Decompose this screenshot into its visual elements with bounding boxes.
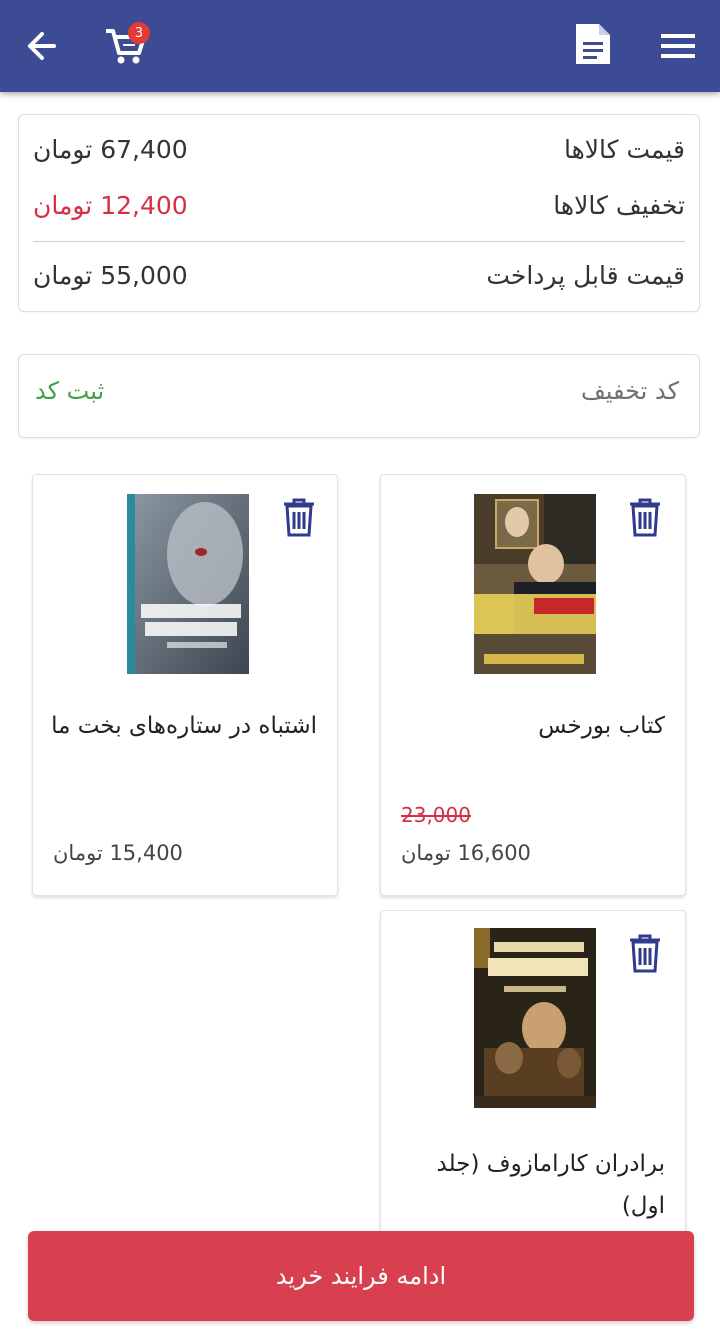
old-price: 23,000	[401, 803, 471, 827]
cart-item-card: کتاب بورخس 23,000 16,600 تومان	[380, 474, 686, 896]
cart-item-card: اشتباه در ستاره‌های بخت ما 15,400 تومان	[32, 474, 338, 896]
product-price: 15,400 تومان	[53, 841, 183, 865]
payable-row: قیمت قابل پرداخت 55,000 تومان	[33, 255, 685, 295]
discount-label: تخفیف کالاها	[553, 190, 685, 220]
book-cover-image	[127, 494, 249, 674]
discount-row: تخفیف کالاها 12,400 تومان	[33, 185, 685, 225]
trash-icon[interactable]	[281, 497, 317, 537]
menu-icon[interactable]	[656, 24, 700, 68]
apply-coupon-button[interactable]: ثبت کد	[35, 377, 104, 405]
cart-count-badge: 3	[128, 22, 150, 44]
items-price-row: قیمت کالاها 67,400 تومان	[33, 129, 685, 169]
product-price: 16,600 تومان	[401, 841, 531, 865]
payable-label: قیمت قابل پرداخت	[486, 260, 685, 290]
items-price-label: قیمت کالاها	[563, 134, 685, 164]
product-title[interactable]: اشتباه در ستاره‌های بخت ما	[47, 705, 317, 747]
coupon-box: کد تخفیف ثبت کد	[18, 354, 700, 438]
trash-icon[interactable]	[627, 497, 663, 537]
top-app-bar: 3	[0, 0, 720, 92]
items-price-value: 67,400 تومان	[33, 134, 188, 164]
continue-checkout-button[interactable]: ادامه فرایند خرید	[28, 1231, 694, 1321]
product-title[interactable]: کتاب بورخس	[538, 705, 665, 747]
product-title[interactable]: برادران کارامازوف (جلد اول)	[395, 1143, 665, 1227]
summary-divider	[33, 241, 685, 242]
coupon-input[interactable]: کد تخفیف	[581, 377, 679, 405]
book-cover-image	[474, 494, 596, 674]
back-arrow-icon[interactable]	[18, 24, 62, 68]
discount-value: 12,400 تومان	[33, 190, 188, 220]
trash-icon[interactable]	[627, 933, 663, 973]
document-icon[interactable]	[570, 20, 616, 68]
payable-value: 55,000 تومان	[33, 260, 188, 290]
cart-item-card: برادران کارامازوف (جلد اول)	[380, 910, 686, 1252]
price-summary-card: قیمت کالاها 67,400 تومان تخفیف کالاها 12…	[18, 114, 700, 312]
book-cover-image	[474, 928, 596, 1108]
